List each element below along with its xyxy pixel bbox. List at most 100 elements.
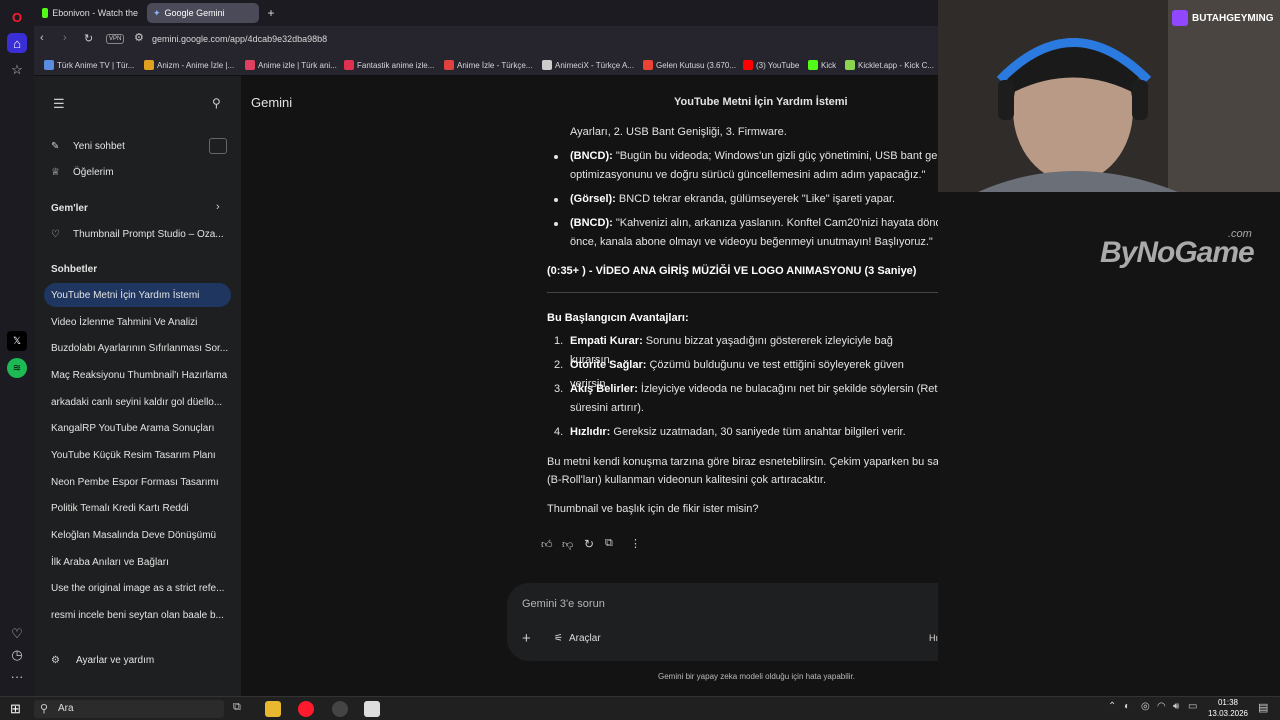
new-chat-button[interactable]: ✎ Yeni sohbet [44,134,231,158]
bookmark-item[interactable]: Fantastik anime izle... [344,58,434,72]
search-icon[interactable]: ⚲ [212,96,221,110]
bullet [554,198,558,202]
bullet [554,155,558,159]
thumbs-up-icon[interactable]: 👍︎ [541,538,553,551]
opera-logo-icon[interactable]: O [7,7,27,27]
gear-icon: ⚙ [51,654,60,666]
tab-label: Google Gemini [164,8,225,18]
chat-item[interactable]: KangalRP YouTube Arama Sonuçları [44,416,231,440]
back-icon[interactable]: ‹ [40,32,44,44]
clock-date[interactable]: 13.03.2026 [1203,709,1253,718]
chat-item[interactable]: arkadaki canlı seyini kaldır gol düello.… [44,390,231,414]
heart-icon[interactable]: ♡ [7,624,27,644]
settings-button[interactable]: ⚙ Ayarlar ve yardım [44,648,231,672]
opera-icon[interactable] [298,701,314,717]
list-number: 3. [554,383,564,395]
capcut-icon[interactable] [364,701,380,717]
section-heading: (0:35+ ) - VİDEO ANA GİRİŞ MÜZİĞİ VE LOG… [547,265,917,277]
bookmark-item[interactable]: Türk Anime TV | Tür... [44,58,134,72]
chat-item[interactable]: resmi incele beni seytan olan baale b... [44,603,231,627]
my-items-label: Öğelerim [73,166,114,178]
bookmark-item[interactable]: Kicklet.app - Kick C... [845,58,934,72]
bookmark-favicon-icon [643,60,653,70]
taskbar-search-label: Ara [58,703,74,714]
more-icon[interactable]: ··· [7,666,27,686]
home-icon[interactable]: ⌂ [7,33,27,53]
x-icon[interactable]: 𝕏 [7,331,27,351]
chat-item[interactable]: YouTube Metni İçin Yardım İstemi [44,283,231,307]
sponsor-logo-text: ByNoGame [1100,236,1255,269]
forward-icon[interactable]: › [63,32,67,44]
bookmark-item[interactable]: Gelen Kutusu (3.670... [643,58,736,72]
search-icon: ⚲ [40,703,49,715]
tab-ebonivon[interactable]: Ebonivon - Watch the [36,3,144,23]
response-text: Ayarları, 2. USB Bant Genişliği, 3. Firm… [570,126,787,138]
url-field[interactable]: gemini.google.com/app/4dcab9e32dba98b8 [152,34,327,44]
advantages-heading: Bu Başlangıcın Avantajları: [547,312,689,324]
bookmark-item[interactable]: Kick [808,58,836,72]
new-tab-button[interactable]: + [261,3,281,23]
thumbs-down-icon[interactable]: 👎︎ [562,538,573,551]
chat-item[interactable]: Keloğlan Masalında Deve Dönüşümü [44,523,231,547]
bookmark-item[interactable]: AnimeciX - Türkçe A... [542,58,634,72]
opera-sidebar: O ⌂ ☆ 𝕏 ≋ ♡ ◷ ··· [0,0,34,696]
bookmark-item[interactable]: Anime izle | Türk ani... [245,58,337,72]
chat-item[interactable]: Politik Temalı Kredi Kartı Reddi [44,496,231,520]
gems-heading[interactable]: Gem'ler [51,203,88,214]
app-icon[interactable] [332,701,348,717]
chat-item[interactable]: Neon Pembe Espor Forması Tasarımı [44,470,231,494]
bookmark-item[interactable]: Anime İzle - Türkçe... [444,58,532,72]
more-options-icon[interactable]: ⋮ [630,537,641,550]
my-items-button[interactable]: ♕ Öğelerim [44,160,231,184]
battery-icon[interactable]: ▭ [1188,701,1197,712]
response-text: Thumbnail ve başlık için de fikir ister … [547,503,759,515]
chat-title[interactable]: YouTube Metni İçin Yardım İstemi [674,96,848,108]
tools-icon: ⚟ [554,633,563,644]
prompt-input[interactable]: Gemini 3'e sorun [522,598,605,610]
clock-time[interactable]: 01:38 [1208,698,1248,707]
tray-chevron-icon[interactable]: ⌃ [1108,701,1116,712]
reload-icon[interactable]: ↻ [84,32,93,45]
bookmark-favicon-icon [144,60,154,70]
task-view-icon[interactable]: ⧉ [233,701,241,714]
list-item-label: Akış Belirler: [570,383,638,395]
chat-item[interactable]: Video İzlenme Tahmini Ve Analizi [44,310,231,334]
chat-item[interactable]: Maç Reaksiyonu Thumbnail'ı Hazırlama [44,363,231,387]
list-item-label: Otorite Sağlar: [570,359,647,371]
chats-heading: Sohbetler [51,264,98,275]
tools-button[interactable]: ⚟ Araçlar [554,633,601,644]
site-info-icon[interactable]: ⚙ [134,31,144,44]
chat-item[interactable]: İlk Araba Anıları ve Bağları [44,550,231,574]
history-icon[interactable]: ◷ [7,645,27,665]
taskbar-search[interactable]: ⚲ Ara [34,700,224,718]
bookmark-favicon-icon [743,60,753,70]
wifi-icon[interactable]: ◠ [1157,701,1166,712]
star-icon[interactable]: ☆ [7,60,27,80]
chevron-right-icon[interactable]: › [216,201,220,213]
notification-icon[interactable]: ▤ [1258,701,1268,714]
bookmark-item[interactable]: (3) YouTube [743,58,799,72]
menu-icon[interactable]: ☰ [53,96,65,112]
chat-item[interactable]: YouTube Küçük Resim Tasarım Planı [44,443,231,467]
bookmark-item[interactable]: Anizm - Anime İzle |... [144,58,234,72]
bookmark-label: Türk Anime TV | Tür... [57,60,135,70]
chat-item[interactable]: Buzdolabı Ayarlarının Sıfırlanması Sor..… [44,336,231,360]
regenerate-icon[interactable]: ↻ [584,537,594,551]
bookmark-label: Fantastik anime izle... [357,60,435,70]
items-icon: ♕ [51,166,60,178]
bullet [554,222,558,226]
spotify-icon[interactable]: ≋ [7,358,27,378]
volume-icon[interactable]: 🔊︎ [1173,701,1179,712]
tray-icon[interactable]: ◐ [1124,701,1130,712]
chat-item[interactable]: Use the original image as a strict refe.… [44,576,231,600]
add-icon[interactable]: + [522,630,531,647]
file-explorer-icon[interactable] [265,701,281,717]
temporary-chat-icon[interactable] [209,138,227,154]
copy-icon[interactable]: ⧉ [605,537,613,550]
windows-start-icon[interactable]: ⊞ [10,701,21,717]
vpn-badge[interactable]: VPN [106,34,125,44]
tab-gemini[interactable]: ✦ Google Gemini [147,3,259,23]
gem-item[interactable]: ♡ Thumbnail Prompt Studio – Oza... [44,222,231,246]
tray-icon[interactable]: ◎ [1141,701,1150,712]
list-item-label: Empati Kurar: [570,335,643,347]
